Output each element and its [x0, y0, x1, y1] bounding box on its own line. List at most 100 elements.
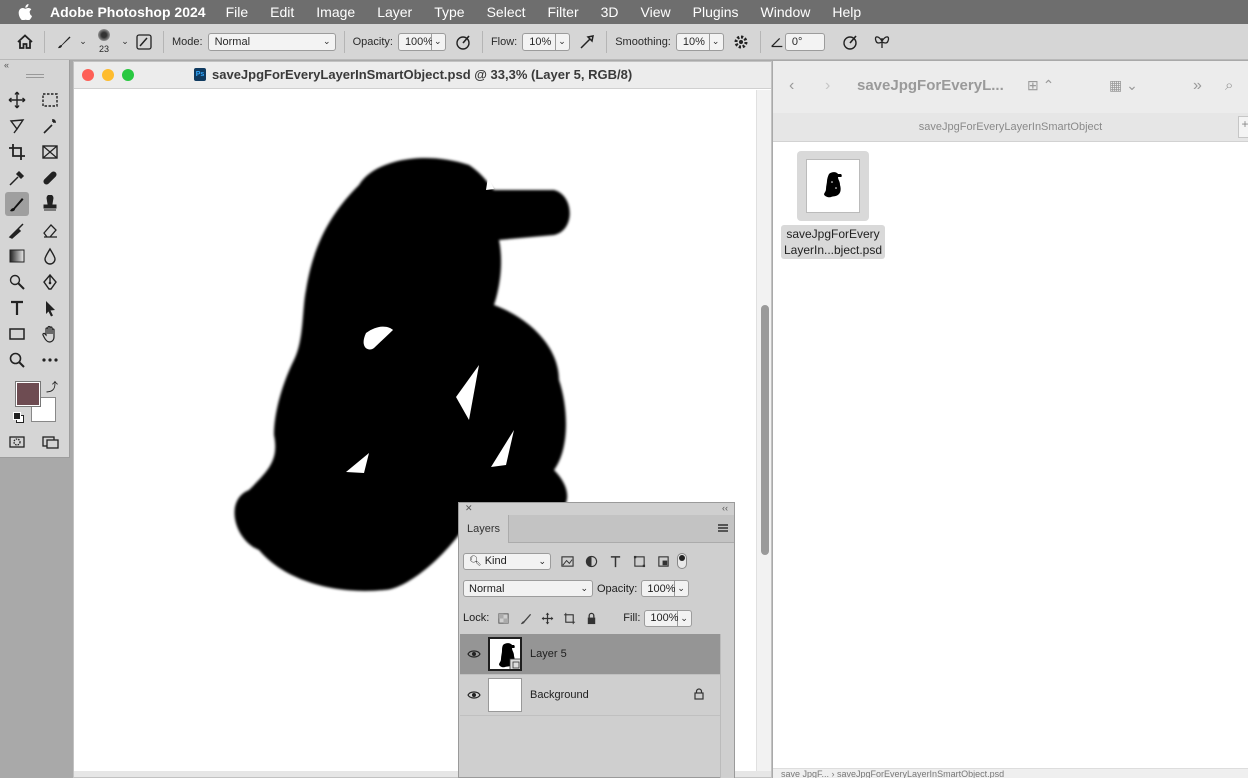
default-colors-icon[interactable] [13, 412, 25, 424]
type-layer-filter-icon[interactable] [605, 551, 625, 571]
menu-3d[interactable]: 3D [601, 4, 619, 20]
menu-edit[interactable]: Edit [270, 4, 294, 20]
rectangle-tool-icon[interactable] [5, 322, 29, 346]
angle-input[interactable]: 0° [784, 32, 825, 51]
document-title-bar[interactable]: Ps saveJpgForEveryLayerInSmartObject.psd… [74, 62, 771, 89]
adjustment-layer-filter-icon[interactable] [581, 551, 601, 571]
shape-layer-filter-icon[interactable] [629, 551, 649, 571]
smart-object-filter-icon[interactable] [653, 551, 673, 571]
panel-menu-icon[interactable] [718, 524, 728, 532]
menu-file[interactable]: File [226, 4, 249, 20]
menu-window[interactable]: Window [761, 4, 811, 20]
opacity-input[interactable]: 100% [397, 32, 433, 51]
airbrush-icon[interactable] [576, 31, 598, 53]
menu-view[interactable]: View [641, 4, 671, 20]
layer-row-layer-5[interactable]: Layer 5 [460, 634, 720, 675]
blur-tool-icon[interactable] [38, 244, 62, 268]
opacity-slider-toggle[interactable]: ⌄ [431, 32, 446, 51]
brush-settings-panel-icon[interactable] [133, 31, 155, 53]
eye-visibility-icon[interactable] [460, 649, 488, 659]
back-chevron-icon[interactable]: ‹ [789, 77, 794, 95]
group-by-icon[interactable]: ▦ ⌄ [1109, 77, 1138, 94]
eye-visibility-icon[interactable] [460, 690, 488, 700]
clone-stamp-tool-icon[interactable] [38, 192, 62, 216]
close-window-button[interactable] [82, 69, 94, 81]
view-mode-grid-icon[interactable]: ⊞ ⌃ [1027, 77, 1054, 94]
type-tool-icon[interactable] [5, 296, 29, 320]
zoom-window-button[interactable] [122, 69, 134, 81]
toolbar-overflow-icon[interactable]: » [1193, 77, 1202, 95]
tab-layers[interactable]: Layers [459, 515, 509, 543]
blend-mode-select[interactable]: Normal ⌄ [463, 580, 593, 597]
lock-artboard-icon[interactable] [559, 608, 579, 628]
psd-file-item[interactable]: saveJpgForEvery LayerIn...bject.psd [780, 151, 886, 259]
menu-filter[interactable]: Filter [548, 4, 579, 20]
menu-type[interactable]: Type [434, 4, 464, 20]
menu-layer[interactable]: Layer [377, 4, 412, 20]
lasso-tool-icon[interactable] [5, 114, 29, 138]
frame-tool-icon[interactable] [38, 140, 62, 164]
history-brush-tool-icon[interactable] [5, 218, 29, 242]
pressure-opacity-icon[interactable] [452, 31, 474, 53]
layers-scrollbar[interactable] [720, 634, 734, 778]
filter-kind-select[interactable]: 🔍︎ Kind ⌄ [463, 552, 551, 570]
crop-tool-icon[interactable] [5, 140, 29, 164]
panel-grip[interactable] [26, 74, 44, 78]
layer-row-background[interactable]: Background [460, 675, 720, 716]
more-tools-icon[interactable] [38, 348, 62, 372]
collapse-chevron-icon[interactable]: « [4, 60, 9, 70]
layer-opacity-input[interactable]: 100% [641, 580, 676, 597]
flow-slider-toggle[interactable]: ⌄ [556, 32, 571, 51]
move-tool-icon[interactable] [5, 88, 29, 112]
hand-tool-icon[interactable] [38, 322, 62, 346]
menu-select[interactable]: Select [487, 4, 526, 20]
forward-chevron-icon[interactable]: › [825, 77, 830, 95]
layer-opacity-slider-toggle[interactable]: ⌄ [675, 580, 690, 597]
lock-position-icon[interactable] [537, 608, 557, 628]
gear-icon[interactable] [730, 31, 752, 53]
scrollbar-thumb[interactable] [761, 305, 769, 555]
dodge-tool-icon[interactable] [5, 270, 29, 294]
symmetry-butterfly-icon[interactable] [871, 31, 893, 53]
search-icon[interactable]: ⌕ [1225, 77, 1233, 94]
path-selection-tool-icon[interactable] [38, 296, 62, 320]
brush-size-chevron-icon[interactable]: ⌄ [117, 33, 133, 51]
quick-mask-icon[interactable] [5, 430, 29, 454]
minimize-window-button[interactable] [102, 69, 114, 81]
lock-transparent-pixels-icon[interactable] [493, 608, 513, 628]
menu-help[interactable]: Help [832, 4, 861, 20]
canvas-vertical-scrollbar[interactable] [756, 90, 771, 774]
menu-plugins[interactable]: Plugins [693, 4, 739, 20]
gradient-tool-icon[interactable] [5, 244, 29, 268]
filter-toggle-switch[interactable] [677, 553, 687, 569]
swap-colors-icon[interactable]: ⤴ [46, 378, 58, 395]
app-name-menu[interactable]: Adobe Photoshop 2024 [50, 4, 206, 20]
pen-tool-icon[interactable] [38, 270, 62, 294]
smoothing-slider-toggle[interactable]: ⌄ [709, 32, 724, 51]
brush-size-picker[interactable]: 23 [91, 25, 117, 59]
fill-slider-toggle[interactable]: ⌄ [678, 609, 693, 627]
pixel-layer-filter-icon[interactable] [557, 551, 577, 571]
marquee-tool-icon[interactable] [38, 88, 62, 112]
screen-mode-icon[interactable] [38, 430, 62, 454]
brush-preset-chevron-icon[interactable]: ⌄ [75, 33, 91, 51]
flow-input[interactable]: 10% [522, 32, 557, 51]
mode-select[interactable]: Normal ⌄ [207, 32, 336, 51]
pressure-size-icon[interactable] [839, 31, 861, 53]
foreground-color-swatch[interactable] [15, 381, 41, 407]
close-panel-icon[interactable]: ✕ [465, 503, 473, 514]
brush-tool-preset-icon[interactable] [53, 31, 75, 53]
add-tab-button[interactable]: + [1238, 116, 1248, 138]
eyedropper-tool-icon[interactable] [5, 166, 29, 190]
lock-all-icon[interactable] [581, 608, 601, 628]
menu-image[interactable]: Image [316, 4, 355, 20]
zoom-tool-icon[interactable] [5, 348, 29, 372]
lock-image-pixels-icon[interactable] [515, 608, 535, 628]
brush-tool-icon[interactable] [5, 192, 29, 216]
fill-input[interactable]: 100% [644, 609, 679, 627]
magic-wand-tool-icon[interactable] [38, 114, 62, 138]
apple-icon[interactable] [0, 4, 50, 20]
smoothing-input[interactable]: 10% [675, 32, 710, 51]
healing-brush-tool-icon[interactable] [38, 166, 62, 190]
eraser-tool-icon[interactable] [38, 218, 62, 242]
